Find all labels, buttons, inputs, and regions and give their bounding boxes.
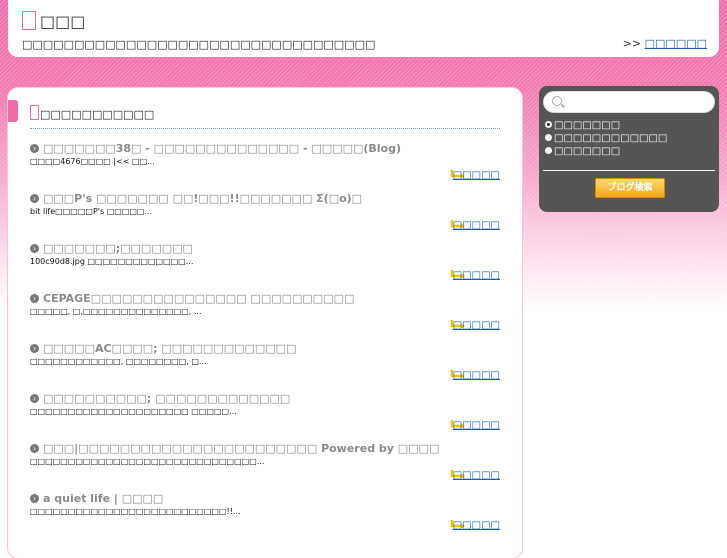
entry-item: › □□□□□□□;□□□□□□□ 100c90d8.jpg □□□□□□□□□…: [30, 242, 500, 292]
entry-excerpt: □□□□□□□□□□□□, □□□□□□□□, □...: [30, 357, 207, 366]
circle-arrow-icon: ›: [30, 494, 39, 503]
entry-item: › □□□□□□□38□ - □□□□□□□□□□□□□□ - □□□□□(Bl…: [30, 142, 500, 192]
entry-more-link[interactable]: □□□□□: [453, 370, 500, 381]
entry-excerpt: 100c90d8.jpg □□□□□□□□□□□□□...: [30, 257, 194, 266]
circle-arrow-icon: ›: [30, 244, 39, 253]
entry-excerpt: □□□□4676□□□□ |<< □□...: [30, 157, 155, 166]
entry-title[interactable]: □□□□□□□□□□; □□□□□□□□□□□□□: [43, 392, 290, 405]
entry-title[interactable]: a quiet life | □□□□: [43, 492, 163, 505]
header-link-area: >> □□□□□□: [623, 37, 707, 50]
entry-more-link[interactable]: □□□□□: [453, 470, 500, 481]
site-description: □□□□□□□□□□□□□□□□□□□□□□□□□□□□□□□□□□: [22, 38, 376, 51]
entry-title[interactable]: □□□□□□□;□□□□□□□: [43, 242, 193, 255]
circle-arrow-icon: ›: [30, 294, 39, 303]
entry-item: › a quiet life | □□□□ □□□□□□□□□□□□□□□□□□…: [30, 492, 500, 542]
radio-option[interactable]: □□□□□□□: [545, 146, 620, 157]
entry-excerpt: □□□□□, □,□□□□□□□□□□□□□□, ...: [30, 307, 202, 316]
entry-excerpt: □□□□□□□□□□□□□□□□□□□□□□□□□□□□□□...: [30, 457, 265, 466]
search-box[interactable]: [543, 91, 715, 113]
circle-arrow-icon: ›: [30, 344, 39, 353]
entry-title[interactable]: □□□□□AC□□□□; □□□□□□□□□□□□□: [43, 342, 296, 355]
entry-item: › CEPAGE□□□□□□□□□□□□□□□ □□□□□□□□□□ □□□□□…: [30, 292, 500, 342]
section-title: □□□□□□□□□□□: [40, 108, 155, 121]
radio-label: □□□□□□□: [554, 120, 621, 131]
main-content: □□□□□□□□□□□ › □□□□□□□38□ - □□□□□□□□□□□□□…: [8, 88, 522, 558]
circle-arrow-icon: ›: [30, 194, 39, 203]
entry-item: › □□□|□□□□□□□□□□□□□□□□□□□□□□□ Powered by…: [30, 442, 500, 492]
radio-option[interactable]: □□□□□□□□□□□□: [545, 133, 667, 144]
radio-icon[interactable]: [545, 147, 552, 154]
radio-selected-icon[interactable]: [545, 121, 552, 128]
logo-icon: [22, 11, 36, 30]
site-header: □□□ □□□□□□□□□□□□□□□□□□□□□□□□□□□□□□□□□□ >…: [8, 0, 719, 57]
entry-more-link[interactable]: □□□□□: [453, 170, 500, 181]
entry-more-link[interactable]: □□□□□: [453, 320, 500, 331]
entry-title[interactable]: □□□|□□□□□□□□□□□□□□□□□□□□□□□ Powered by □…: [43, 442, 439, 455]
entry-title[interactable]: CEPAGE□□□□□□□□□□□□□□□ □□□□□□□□□□: [43, 292, 354, 305]
section-icon: [30, 105, 39, 120]
entry-item: › □□□□□□□□□□; □□□□□□□□□□□□□ □□□□□□□□□□□□…: [30, 392, 500, 442]
header-link[interactable]: □□□□□□: [645, 37, 707, 50]
entry-more-link[interactable]: □□□□□: [453, 420, 500, 431]
entry-more-link[interactable]: □□□□□: [453, 220, 500, 231]
section-divider: [30, 128, 500, 129]
entry-more-link[interactable]: □□□□□: [453, 520, 500, 531]
sidebar-search-panel: □□□□□□□ □□□□□□□□□□□□ □□□□□□□ ブログ検索: [539, 86, 719, 212]
entry-title[interactable]: □□□□□□□38□ - □□□□□□□□□□□□□□ - □□□□□(Blog…: [43, 142, 401, 155]
header-link-prefix: >>: [622, 37, 642, 50]
entry-excerpt: □□□□□□□□□□□□□□□□□□□□□□□□□□!!...: [30, 507, 241, 516]
circle-arrow-icon: ›: [30, 144, 39, 153]
radio-option[interactable]: □□□□□□□: [545, 120, 620, 131]
circle-arrow-icon: ›: [30, 394, 39, 403]
circle-arrow-icon: ›: [30, 444, 39, 453]
search-icon: [552, 96, 562, 106]
radio-icon[interactable]: [545, 134, 552, 141]
radio-label: □□□□□□□: [554, 146, 621, 157]
radio-label: □□□□□□□□□□□□: [554, 133, 668, 144]
entry-item: › □□□□□AC□□□□; □□□□□□□□□□□□□ □□□□□□□□□□□…: [30, 342, 500, 392]
entry-item: › □□□P's □□□□□□□ □□!□□□!!□□□□□□□ Σ(□o)□ …: [30, 192, 500, 242]
search-input[interactable]: [566, 95, 710, 111]
section-tab: [8, 100, 18, 122]
blog-search-button[interactable]: ブログ検索: [595, 178, 665, 198]
entry-excerpt: bit life□□□□□P's □□□□□...: [30, 207, 153, 216]
entry-more-link[interactable]: □□□□□: [453, 270, 500, 281]
sidebar-divider: [543, 170, 715, 171]
site-title[interactable]: □□□: [40, 12, 85, 31]
entry-excerpt: □□□□□□□□□□□□□□□□□□□□□ □□□□□...: [30, 407, 237, 416]
entry-title[interactable]: □□□P's □□□□□□□ □□!□□□!!□□□□□□□ Σ(□o)□: [43, 192, 362, 205]
